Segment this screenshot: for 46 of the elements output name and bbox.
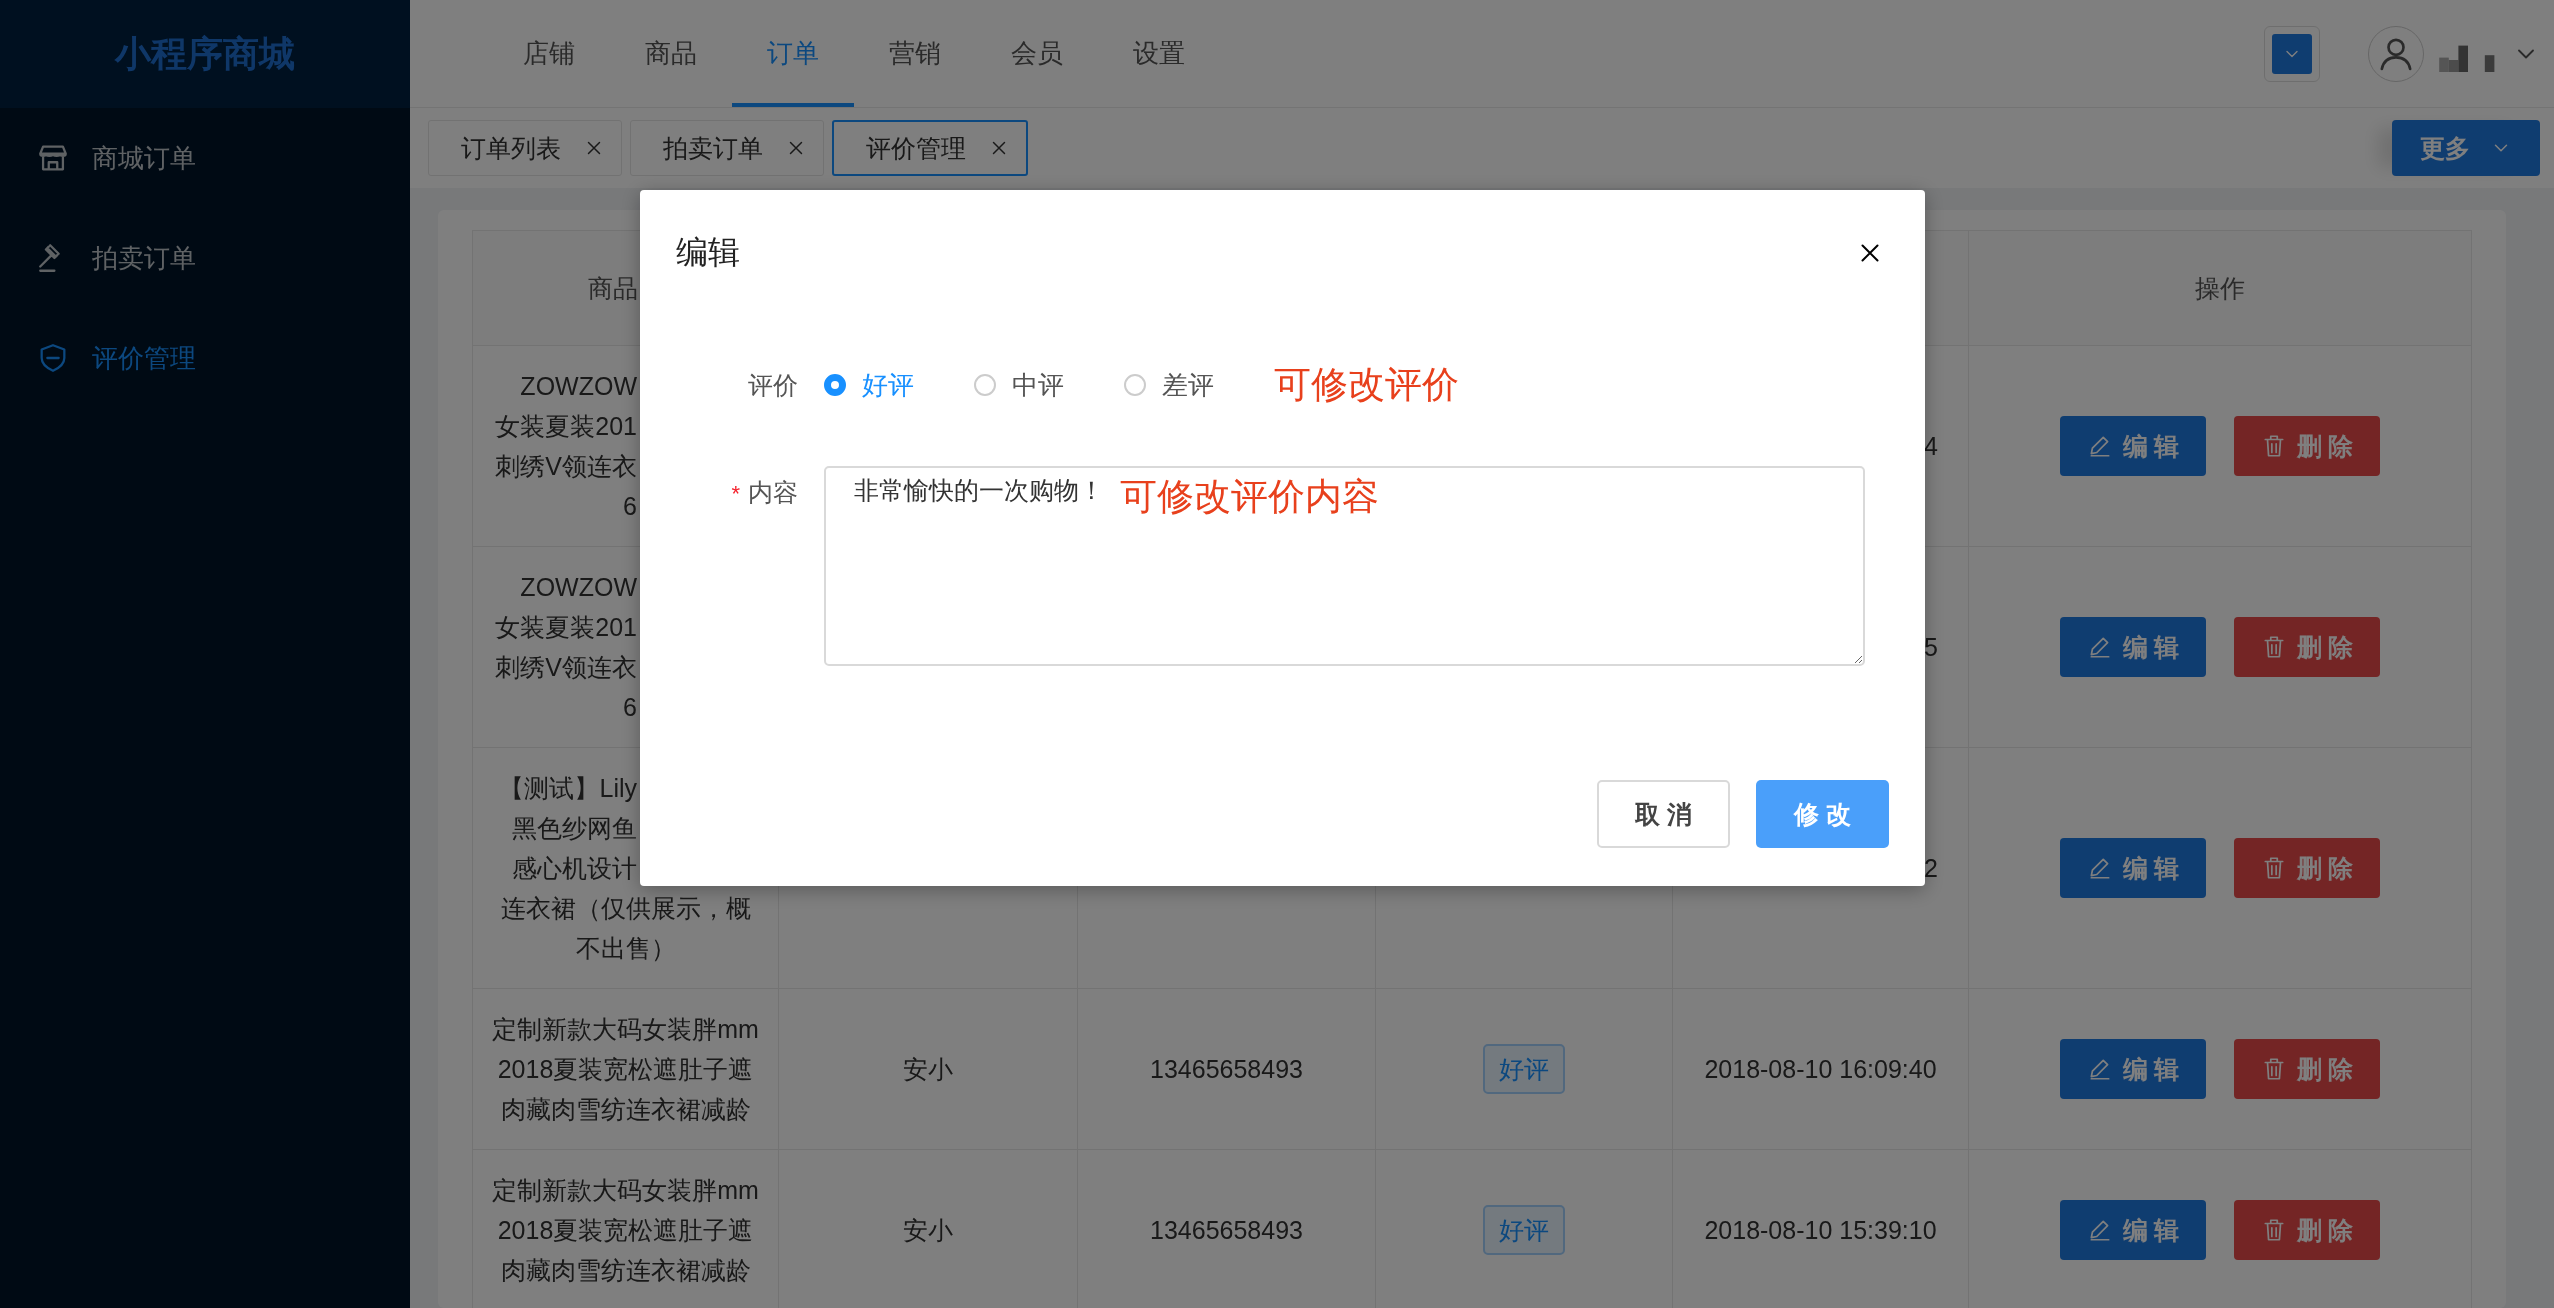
sidebar-item[interactable]: 拍卖订单 [0,228,410,288]
radio-circle[interactable] [1124,374,1146,396]
radio-option[interactable]: 中评 [974,367,1064,403]
dropdown-button[interactable] [2264,25,2320,82]
more-button[interactable]: 更多 [2392,120,2540,176]
annotation-note: 可修改评价内容 [1120,475,1379,519]
cancel-button[interactable]: 取 消 [1597,780,1730,848]
radio-option[interactable]: 差评 [1124,367,1214,403]
rating-tag: 好评 [1483,1044,1565,1094]
submit-button[interactable]: 修 改 [1756,780,1889,848]
page-tab[interactable]: 订单列表 [428,120,622,176]
table-cell: 2018-08-10 16:09:40 [1673,989,1969,1150]
page-tab[interactable]: 评价管理 [832,120,1028,176]
radio-circle[interactable] [974,374,996,396]
sidebar-item[interactable]: 评价管理 [0,328,410,388]
app-logo: 小程序商城 [0,0,410,108]
delete-button[interactable]: 删 除 [2234,1039,2380,1099]
delete-button[interactable]: 删 除 [2234,838,2380,898]
delete-button[interactable]: 删 除 [2234,1200,2380,1260]
edit-button[interactable]: 编 辑 [2060,1200,2206,1260]
nav-tab[interactable]: 店铺 [488,0,610,107]
nav-tab[interactable]: 营销 [854,0,976,107]
dialog-title: 编辑 [676,233,740,272]
rating-tag: 好评 [1483,1205,1565,1255]
annotation-note: 可修改评价 [1274,363,1459,407]
table-cell: 安小 [779,989,1078,1150]
radio-option[interactable]: 好评 [824,367,914,403]
table-cell: 定制新款大码女装胖mm 2018夏装宽松遮肚子遮 肉藏肉雪纺连衣裙减龄 [473,1150,779,1308]
radio-circle[interactable] [824,374,846,396]
edit-button[interactable]: 编 辑 [2060,617,2206,677]
sidebar-item[interactable]: 商城订单 [0,128,410,188]
edit-button[interactable]: 编 辑 [2060,1039,2206,1099]
edit-button[interactable]: 编 辑 [2060,416,2206,476]
delete-button[interactable]: 删 除 [2234,416,2380,476]
nav-tab[interactable]: 商品 [610,0,732,107]
nav-tab[interactable]: 设置 [1098,0,1220,107]
table-cell: 安小 [779,1150,1078,1308]
table-cell: 13465658493 [1078,1150,1376,1308]
delete-button[interactable]: 删 除 [2234,617,2380,677]
table-cell: 13465658493 [1078,989,1376,1150]
nav-tab[interactable]: 会员 [976,0,1098,107]
column-header: 操作 [1969,231,2472,346]
table-cell: 2018-08-10 15:39:10 [1673,1150,1969,1308]
edit-button[interactable]: 编 辑 [2060,838,2206,898]
table-cell: 定制新款大码女装胖mm 2018夏装宽松遮肚子遮 肉藏肉雪纺连衣裙减龄 [473,989,779,1150]
page-tab[interactable]: 拍卖订单 [630,120,824,176]
